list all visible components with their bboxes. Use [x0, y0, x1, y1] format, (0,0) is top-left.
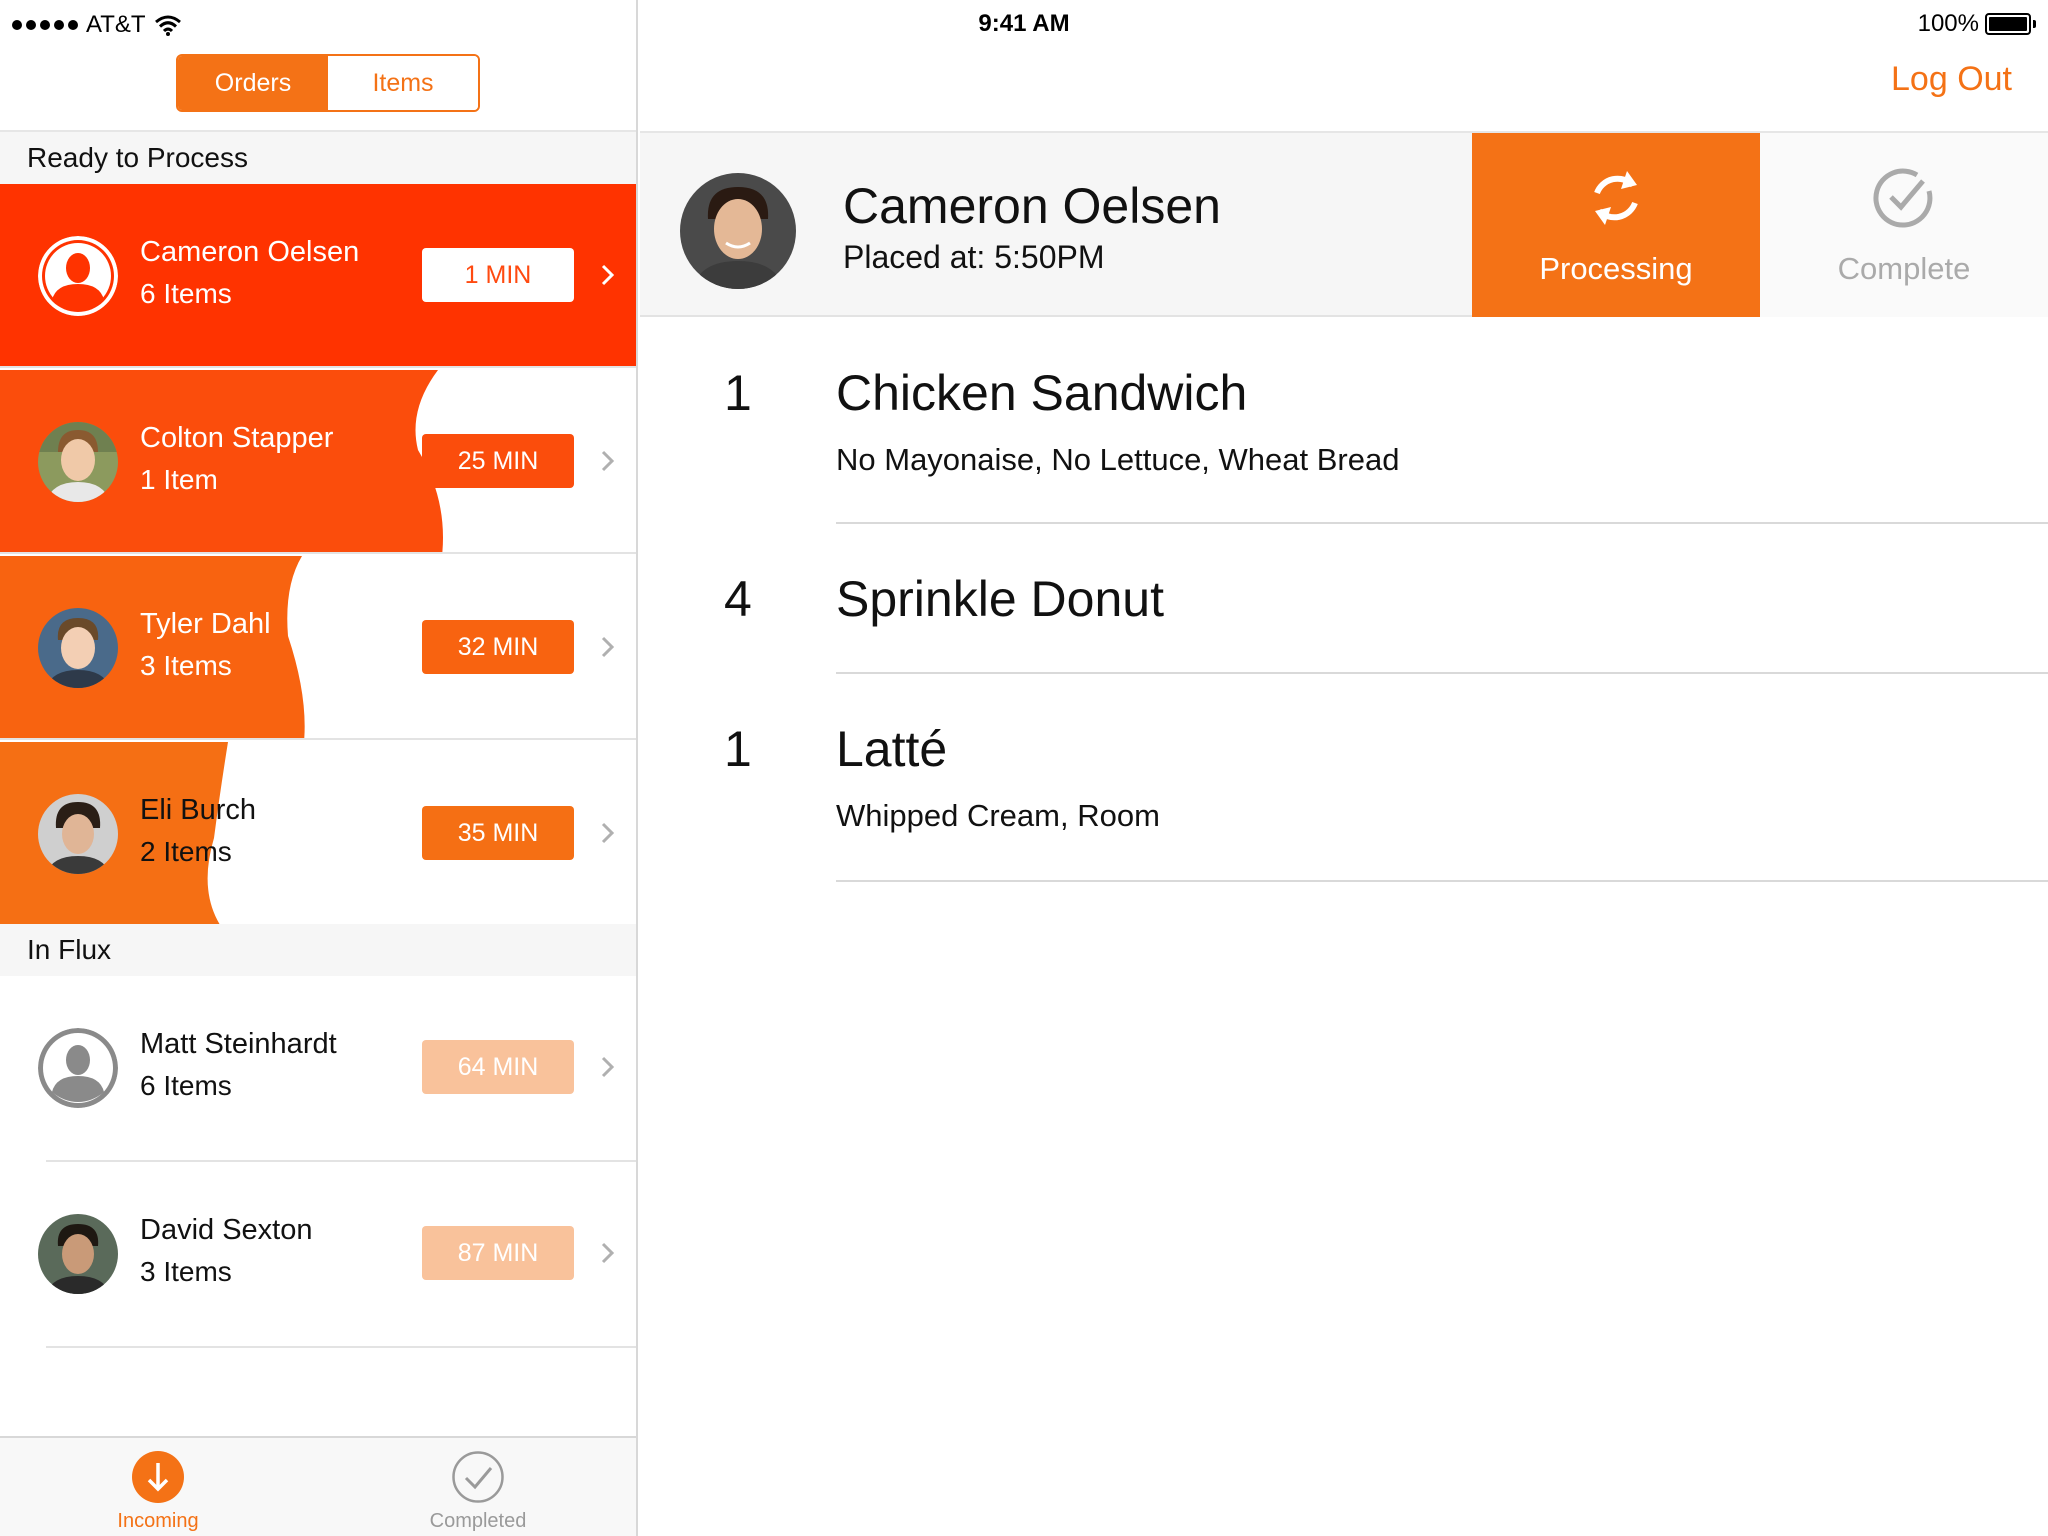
orders-items-segmented-control: Orders Items — [176, 54, 480, 112]
chevron-right-icon — [601, 450, 615, 472]
battery-percent: 100% — [1917, 10, 1979, 37]
processing-button[interactable]: Processing — [1472, 133, 1760, 317]
order-row-matt-steinhardt[interactable]: Matt Steinhardt 6 Items 64 MIN — [0, 976, 636, 1160]
complete-button[interactable]: Complete — [1760, 133, 2048, 317]
chevron-right-icon — [601, 822, 615, 844]
chevron-right-icon — [601, 636, 615, 658]
chevron-right-icon — [601, 1056, 615, 1078]
item-count: 3 Items — [140, 1256, 232, 1287]
complete-label: Complete — [1837, 251, 1971, 286]
photo-avatar-tyler — [38, 608, 118, 688]
wait-time-badge: 25 MIN — [422, 434, 574, 488]
checkmark-circle-icon — [452, 1451, 504, 1503]
wifi-icon — [154, 15, 181, 36]
status-time: 9:41 AM — [978, 10, 1070, 37]
item-count: 1 Item — [140, 464, 218, 495]
battery-icon — [1985, 13, 2031, 35]
chevron-right-icon — [601, 264, 615, 286]
wait-time-badge: 64 MIN — [422, 1040, 574, 1094]
order-row-cameron-oelsen[interactable]: Cameron Oelsen 6 Items 1 MIN — [0, 184, 636, 368]
segment-items[interactable]: Items — [328, 56, 478, 110]
carrier-label: AT&T — [86, 11, 146, 38]
person-placeholder-icon — [38, 1028, 118, 1108]
person-placeholder-icon — [38, 236, 118, 316]
order-row-tyler-dahl[interactable]: Tyler Dahl 3 Items 32 MIN — [0, 556, 636, 740]
customer-name-title: Cameron Oelsen — [843, 178, 1221, 234]
signal-strength-icon — [12, 20, 78, 30]
tab-completed[interactable]: Completed — [378, 1450, 578, 1533]
tab-incoming-label: Incoming — [117, 1510, 199, 1532]
placed-at-time: Placed at: 5:50PM — [843, 239, 1105, 275]
tab-bar: Incoming Completed — [0, 1436, 636, 1536]
item-name: Chicken Sandwich — [836, 365, 1248, 421]
checkmark-circle-icon — [1760, 163, 2048, 233]
arrow-down-circle-icon — [132, 1451, 184, 1503]
order-row-colton-stapper[interactable]: Colton Stapper 1 Item 25 MIN — [0, 370, 636, 554]
wait-time-badge: 35 MIN — [422, 806, 574, 860]
orders-panel: AT&T Orders Items Ready to Process Camer… — [0, 0, 638, 1536]
chevron-right-icon — [601, 1242, 615, 1264]
log-out-button[interactable]: Log Out — [1891, 60, 2012, 99]
section-header-in-flux: In Flux — [0, 924, 636, 976]
wait-time-badge: 32 MIN — [422, 620, 574, 674]
wait-time-badge: 1 MIN — [422, 248, 574, 302]
order-item: 4 Sprinkle Donut — [640, 524, 2048, 674]
tab-completed-label: Completed — [429, 1510, 527, 1532]
customer-name: David Sexton — [140, 1214, 313, 1246]
customer-name: Tyler Dahl — [140, 608, 271, 640]
segment-orders[interactable]: Orders — [178, 56, 328, 110]
customer-name: Colton Stapper — [140, 422, 334, 454]
status-bar-left: AT&T — [12, 10, 182, 40]
photo-avatar-eli — [38, 794, 118, 874]
order-detail-header: Cameron Oelsen Placed at: 5:50PM Process… — [640, 131, 2048, 317]
battery-tip — [2033, 20, 2036, 28]
item-quantity: 4 — [724, 571, 752, 627]
order-item: 1 Chicken Sandwich No Mayonaise, No Lett… — [640, 318, 2048, 524]
order-item: 1 Latté Whipped Cream, Room — [640, 674, 2048, 882]
item-quantity: 1 — [724, 365, 752, 421]
photo-avatar-colton — [38, 422, 118, 502]
customer-name: Matt Steinhardt — [140, 1028, 337, 1060]
photo-avatar-cameron — [680, 173, 796, 289]
item-count: 3 Items — [140, 650, 232, 681]
photo-avatar-david — [38, 1214, 118, 1294]
item-modifiers: Whipped Cream, Room — [836, 798, 1160, 833]
processing-label: Processing — [1539, 251, 1693, 286]
customer-name: Cameron Oelsen — [140, 236, 360, 268]
item-name: Latté — [836, 721, 948, 777]
wait-time-badge: 87 MIN — [422, 1226, 574, 1280]
section-header-ready: Ready to Process — [0, 132, 636, 184]
item-count: 2 Items — [140, 836, 232, 867]
order-detail-panel: 9:41 AM 100% Log Out Cameron Oelsen Plac… — [640, 0, 2048, 1536]
divider — [46, 1346, 636, 1348]
item-count: 6 Items — [140, 1070, 232, 1101]
battery-status: 100% — [1918, 10, 2036, 38]
refresh-icon — [1472, 163, 1760, 233]
item-modifiers: No Mayonaise, No Lettuce, Wheat Bread — [836, 442, 1400, 477]
divider — [836, 880, 2048, 882]
order-row-eli-burch[interactable]: Eli Burch 2 Items 35 MIN — [0, 742, 636, 926]
customer-name: Eli Burch — [140, 794, 257, 826]
item-name: Sprinkle Donut — [836, 571, 1164, 627]
item-count: 6 Items — [140, 278, 232, 309]
tab-incoming[interactable]: Incoming — [58, 1450, 258, 1533]
item-quantity: 1 — [724, 721, 752, 777]
order-row-david-sexton[interactable]: David Sexton 3 Items 87 MIN — [0, 1162, 636, 1346]
